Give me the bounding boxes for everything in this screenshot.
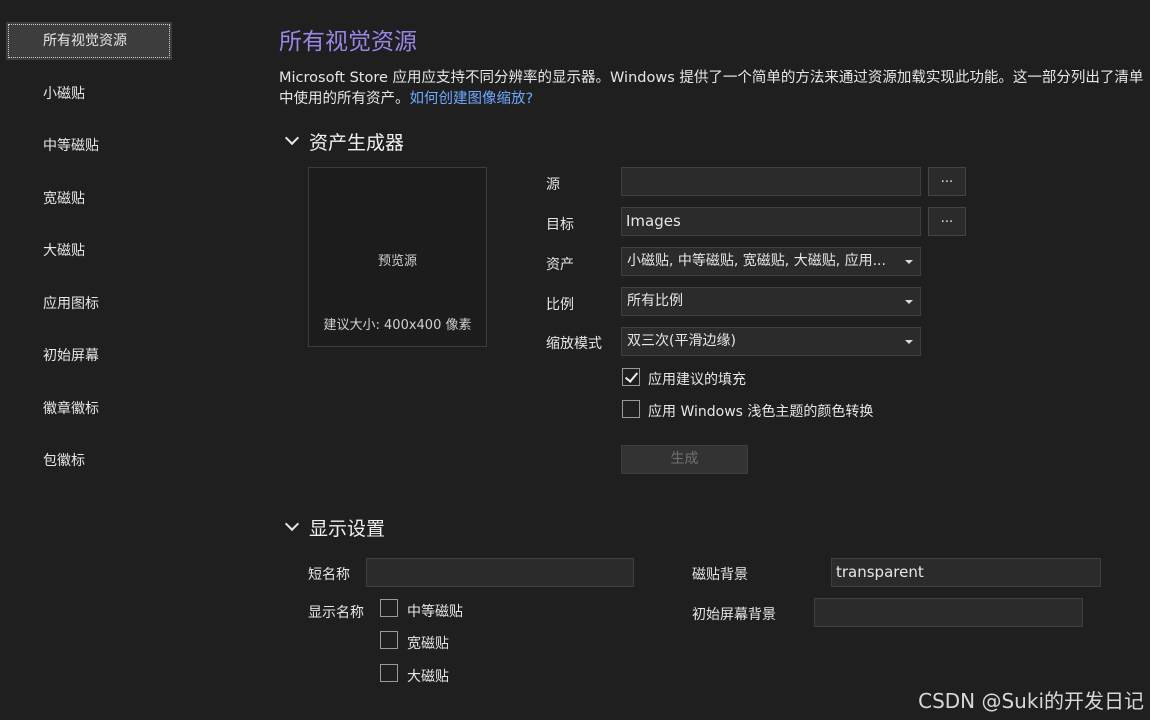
- watermark: CSDN @Suki的开发日记: [918, 689, 1144, 713]
- short-name-label: 短名称: [308, 567, 350, 583]
- short-name-field[interactable]: [366, 558, 634, 587]
- show-name-medium-tile-checkbox[interactable]: [380, 599, 398, 617]
- assets-label: 资产: [546, 257, 574, 273]
- scale-dropdown[interactable]: 所有比例: [621, 287, 921, 316]
- preview-source-box[interactable]: 预览源 建议大小: 400x400 像素: [308, 167, 487, 347]
- sidebar-item-badge-logo[interactable]: 徽章徽标: [6, 390, 172, 428]
- show-name-large-tile-checkbox[interactable]: [380, 664, 398, 682]
- splash-background-label: 初始屏幕背景: [692, 607, 776, 623]
- source-label: 源: [546, 177, 560, 193]
- asset-generator-heading: 资产生成器: [309, 132, 405, 154]
- dropdown-arrow-icon: [905, 340, 913, 344]
- scale-label: 比例: [546, 297, 574, 313]
- padding-mode-dropdown-value: 双三次(平滑边缘): [627, 333, 736, 349]
- sidebar: 所有视觉资源 小磁贴 中等磁贴 宽磁贴 大磁贴 应用图标 初始屏幕 徽章徽标 包…: [0, 0, 180, 720]
- preview-source-label: 预览源: [377, 254, 417, 269]
- apply-padding-checkbox[interactable]: [622, 368, 640, 386]
- target-browse-button[interactable]: ...: [928, 207, 966, 236]
- apply-padding-label: 应用建议的填充: [648, 372, 746, 388]
- how-to-scale-images-link[interactable]: 如何创建图像缩放?: [410, 91, 534, 107]
- apply-light-theme-checkbox[interactable]: [622, 400, 640, 418]
- display-settings-heading: 显示设置: [309, 518, 386, 540]
- source-browse-button[interactable]: ...: [928, 167, 966, 196]
- page-description: Microsoft Store 应用应支持不同分辨率的显示器。Windows 提…: [279, 68, 1147, 110]
- target-field[interactable]: Images: [621, 207, 921, 236]
- generate-button[interactable]: 生成: [621, 445, 748, 474]
- sidebar-item-app-icon[interactable]: 应用图标: [6, 285, 172, 323]
- tile-background-label: 磁贴背景: [692, 567, 748, 583]
- scale-dropdown-value: 所有比例: [627, 293, 683, 309]
- show-name-large-tile-label: 大磁贴: [407, 669, 449, 685]
- show-name-wide-tile-label: 宽磁贴: [407, 636, 449, 652]
- target-label: 目标: [546, 217, 574, 233]
- preview-size-hint: 建议大小: 400x400 像素: [323, 318, 472, 333]
- show-name-medium-tile-label: 中等磁贴: [407, 604, 463, 620]
- asset-generator-collapse-toggle[interactable]: [283, 130, 303, 150]
- chevron-down-icon: [284, 516, 300, 532]
- show-name-wide-tile-checkbox[interactable]: [380, 631, 398, 649]
- assets-dropdown[interactable]: 小磁贴, 中等磁贴, 宽磁贴, 大磁贴, 应用...: [621, 247, 921, 276]
- sidebar-item-all-visual-assets[interactable]: 所有视觉资源: [6, 22, 172, 60]
- page-title: 所有视觉资源: [279, 29, 417, 55]
- dropdown-arrow-icon: [905, 260, 913, 264]
- sidebar-item-package-logo[interactable]: 包徽标: [6, 442, 172, 480]
- tile-background-field[interactable]: transparent: [831, 558, 1101, 587]
- chevron-down-icon: [284, 130, 300, 146]
- sidebar-item-wide-tile[interactable]: 宽磁贴: [6, 180, 172, 218]
- source-field[interactable]: [621, 167, 921, 196]
- sidebar-item-large-tile[interactable]: 大磁贴: [6, 232, 172, 270]
- padding-mode-label: 缩放模式: [546, 336, 602, 352]
- display-settings-collapse-toggle[interactable]: [283, 516, 303, 536]
- apply-light-theme-label: 应用 Windows 浅色主题的颜色转换: [648, 404, 874, 420]
- sidebar-item-small-tile[interactable]: 小磁贴: [6, 75, 172, 113]
- splash-background-field[interactable]: [814, 598, 1083, 627]
- show-name-label: 显示名称: [308, 605, 364, 621]
- checkmark-icon: [624, 369, 639, 383]
- dropdown-arrow-icon: [905, 300, 913, 304]
- padding-mode-dropdown[interactable]: 双三次(平滑边缘): [621, 327, 921, 356]
- sidebar-item-splash-screen[interactable]: 初始屏幕: [6, 337, 172, 375]
- assets-dropdown-value: 小磁贴, 中等磁贴, 宽磁贴, 大磁贴, 应用...: [627, 253, 886, 269]
- sidebar-item-medium-tile[interactable]: 中等磁贴: [6, 127, 172, 165]
